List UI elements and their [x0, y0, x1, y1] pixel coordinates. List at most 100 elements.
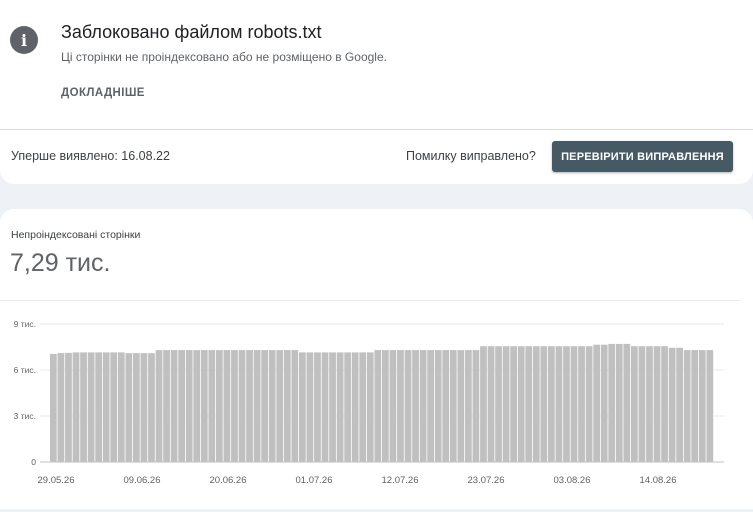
- chart-bar[interactable]: [434, 350, 442, 462]
- chart-bar[interactable]: [140, 353, 148, 462]
- chart-bar[interactable]: [472, 350, 480, 462]
- chart-bar[interactable]: [110, 352, 118, 462]
- chart-bar[interactable]: [329, 352, 336, 462]
- x-tick-label: 23.07.26: [468, 475, 505, 486]
- chart-bar[interactable]: [698, 350, 706, 462]
- chart-bar[interactable]: [276, 350, 284, 462]
- chart-bar[interactable]: [646, 346, 653, 462]
- chart-bar[interactable]: [253, 350, 261, 462]
- chart-bar[interactable]: [419, 350, 427, 462]
- chart-bar[interactable]: [382, 350, 389, 462]
- chart-bar[interactable]: [57, 353, 65, 462]
- x-tick-label: 29.05.26: [38, 475, 75, 486]
- x-tick-label: 03.08.26: [554, 475, 591, 486]
- chart-bar[interactable]: [299, 352, 306, 462]
- validate-fix-button[interactable]: ПЕРЕВІРИТИ ВИПРАВЛЕННЯ: [552, 141, 733, 172]
- chart-bar[interactable]: [691, 350, 699, 462]
- chart-bar[interactable]: [178, 350, 186, 462]
- chart-bar[interactable]: [366, 352, 374, 462]
- chart-bar[interactable]: [50, 353, 57, 462]
- chart-bar[interactable]: [208, 350, 216, 462]
- chart-bar[interactable]: [238, 350, 246, 462]
- chart-bar[interactable]: [525, 346, 533, 462]
- chart-bar[interactable]: [548, 346, 555, 462]
- chart-bar[interactable]: [676, 347, 684, 462]
- x-tick-label: 01.07.26: [296, 475, 333, 486]
- chart-bar[interactable]: [661, 346, 668, 462]
- chart-bar[interactable]: [223, 350, 231, 462]
- chart-bar[interactable]: [246, 350, 253, 462]
- chart-bar[interactable]: [593, 344, 601, 462]
- chart-bar[interactable]: [555, 346, 563, 462]
- chart-bar[interactable]: [397, 350, 404, 462]
- chart-bar[interactable]: [585, 346, 593, 462]
- chart-bar[interactable]: [321, 352, 329, 462]
- chart-bar[interactable]: [283, 350, 291, 462]
- x-tick-label: 14.08.26: [640, 475, 677, 486]
- chart-bar[interactable]: [374, 350, 382, 462]
- chart-bar[interactable]: [457, 350, 465, 462]
- chart-bar[interactable]: [80, 352, 87, 462]
- chart-bar[interactable]: [570, 346, 578, 462]
- chart-bar[interactable]: [608, 343, 616, 462]
- chart-bar[interactable]: [502, 346, 510, 462]
- chart-bar[interactable]: [623, 343, 631, 462]
- chart-bar[interactable]: [600, 344, 608, 462]
- chart-bar[interactable]: [638, 346, 646, 462]
- chart-bar[interactable]: [532, 346, 540, 462]
- chart-bar[interactable]: [683, 350, 691, 462]
- divider: [0, 129, 753, 130]
- chart-bar[interactable]: [344, 352, 352, 462]
- chart-bar[interactable]: [359, 352, 367, 462]
- chart-bar[interactable]: [291, 350, 299, 462]
- chart-bar[interactable]: [480, 346, 487, 462]
- chart-bar[interactable]: [653, 346, 661, 462]
- chart-bar[interactable]: [148, 353, 155, 462]
- chart-bar[interactable]: [170, 350, 178, 462]
- chart-bar[interactable]: [95, 352, 103, 462]
- chart-bar[interactable]: [404, 350, 412, 462]
- chart-bar[interactable]: [268, 350, 276, 462]
- chart-bar[interactable]: [336, 352, 344, 462]
- bar-chart: 9 тис. 6 тис. 3 тис. 029.05.26 09.06.26 20.06…: [14, 319, 724, 486]
- chart-bar[interactable]: [449, 350, 457, 462]
- chart-bar[interactable]: [706, 350, 714, 462]
- chart-bar[interactable]: [389, 350, 397, 462]
- chart-bar[interactable]: [615, 343, 623, 462]
- chart-bar[interactable]: [442, 350, 450, 462]
- chart-bar[interactable]: [517, 346, 525, 462]
- chart-bar[interactable]: [117, 352, 125, 462]
- chart-bar[interactable]: [563, 346, 570, 462]
- chart-bar[interactable]: [578, 346, 585, 462]
- chart-bar[interactable]: [216, 350, 223, 462]
- chart-bar[interactable]: [306, 352, 314, 462]
- chart-bar[interactable]: [231, 350, 238, 462]
- chart-bar[interactable]: [185, 350, 193, 462]
- chart-bar[interactable]: [155, 350, 163, 462]
- chart-bar[interactable]: [487, 346, 495, 462]
- chart-bar[interactable]: [465, 350, 472, 462]
- chart-bar[interactable]: [540, 346, 548, 462]
- chart-bar[interactable]: [261, 350, 269, 462]
- chart-bar[interactable]: [200, 350, 208, 462]
- chart-bar[interactable]: [163, 350, 170, 462]
- chart-bar[interactable]: [495, 346, 502, 462]
- chart-bar[interactable]: [631, 346, 638, 462]
- chart-bar[interactable]: [193, 350, 201, 462]
- chart-bar[interactable]: [133, 353, 140, 462]
- chart-bar[interactable]: [427, 350, 435, 462]
- issue-title: Заблоковано файлом robots.txt: [61, 22, 322, 42]
- chart-bar[interactable]: [72, 352, 80, 462]
- chart-bar[interactable]: [65, 352, 72, 462]
- issue-card: i Заблоковано файлом robots.txt Ці сторі…: [0, 0, 753, 184]
- chart-bar[interactable]: [125, 353, 133, 462]
- fixed-question-text: Помилку виправлено?: [406, 149, 536, 163]
- chart-bar[interactable]: [510, 346, 518, 462]
- chart-bar[interactable]: [412, 350, 419, 462]
- chart-bar[interactable]: [87, 352, 95, 462]
- chart-bar[interactable]: [351, 352, 359, 462]
- chart-bar[interactable]: [668, 347, 676, 462]
- chart-bar[interactable]: [314, 352, 321, 462]
- details-link[interactable]: ДОКЛАДНІШЕ: [61, 87, 145, 99]
- chart-bar[interactable]: [102, 352, 110, 462]
